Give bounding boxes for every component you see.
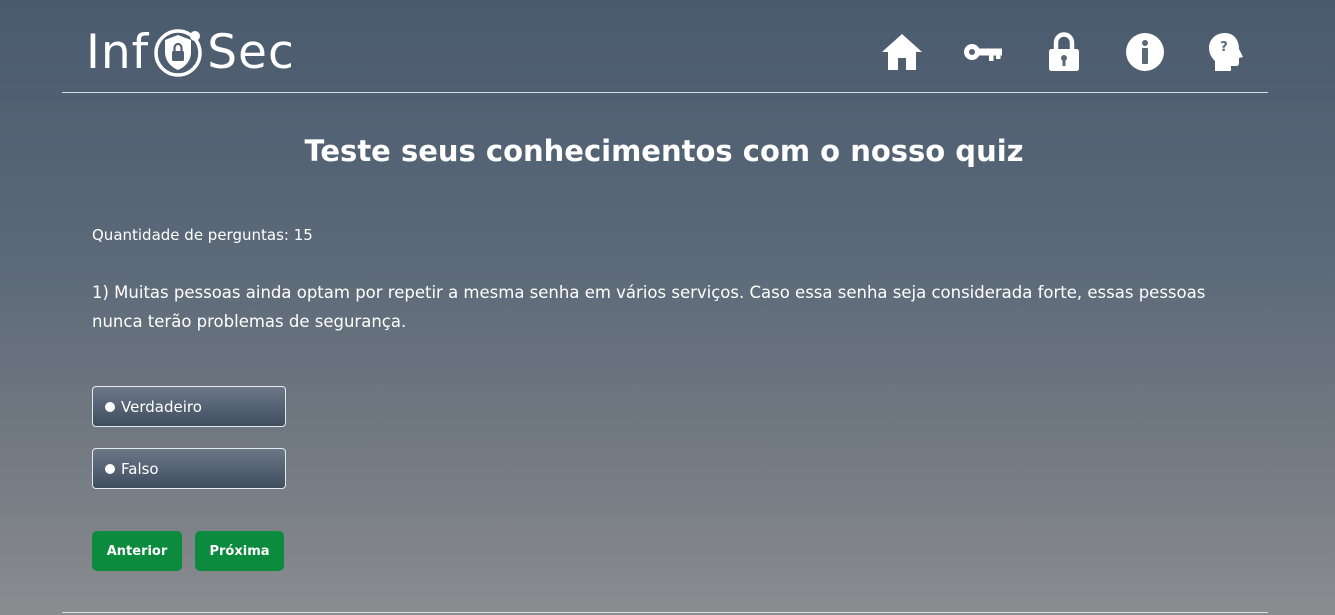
shield-lock-icon bbox=[154, 29, 202, 77]
nav-lock[interactable] bbox=[1042, 30, 1086, 74]
radio-dot-icon bbox=[105, 463, 115, 474]
question-count: Quantidade de perguntas: 15 bbox=[92, 226, 313, 244]
answer-option-true[interactable]: Verdadeiro bbox=[92, 386, 286, 427]
logo[interactable]: Inf Sec bbox=[86, 22, 295, 82]
question-text: 1) Muitas pessoas ainda optam por repeti… bbox=[92, 283, 1206, 331]
page-title: Teste seus conhecimentos com o nosso qui… bbox=[304, 134, 1024, 168]
radio-dot-icon bbox=[105, 401, 115, 412]
answer-option-label: Verdadeiro bbox=[121, 397, 202, 416]
svg-text:?: ? bbox=[1220, 40, 1228, 55]
nav-info[interactable] bbox=[1123, 30, 1167, 74]
head-question-icon: ? bbox=[1209, 33, 1243, 71]
footer-divider bbox=[62, 612, 1268, 613]
header: Inf Sec ? bbox=[62, 0, 1268, 93]
key-icon bbox=[964, 44, 1002, 61]
info-icon bbox=[1126, 33, 1164, 71]
logo-text-sec: Sec bbox=[207, 24, 295, 80]
nav-home[interactable] bbox=[880, 30, 924, 74]
previous-button[interactable]: Anterior bbox=[92, 531, 182, 571]
main-nav: ? bbox=[843, 30, 1248, 74]
home-icon bbox=[882, 34, 922, 70]
lock-icon bbox=[1049, 32, 1079, 71]
answer-option-label: Falso bbox=[121, 459, 159, 478]
answer-option-false[interactable]: Falso bbox=[92, 448, 286, 489]
nav-faq[interactable]: ? bbox=[1204, 30, 1248, 74]
nav-key[interactable] bbox=[961, 30, 1005, 74]
logo-text-inf: Inf bbox=[86, 24, 150, 80]
next-button[interactable]: Próxima bbox=[195, 531, 284, 571]
